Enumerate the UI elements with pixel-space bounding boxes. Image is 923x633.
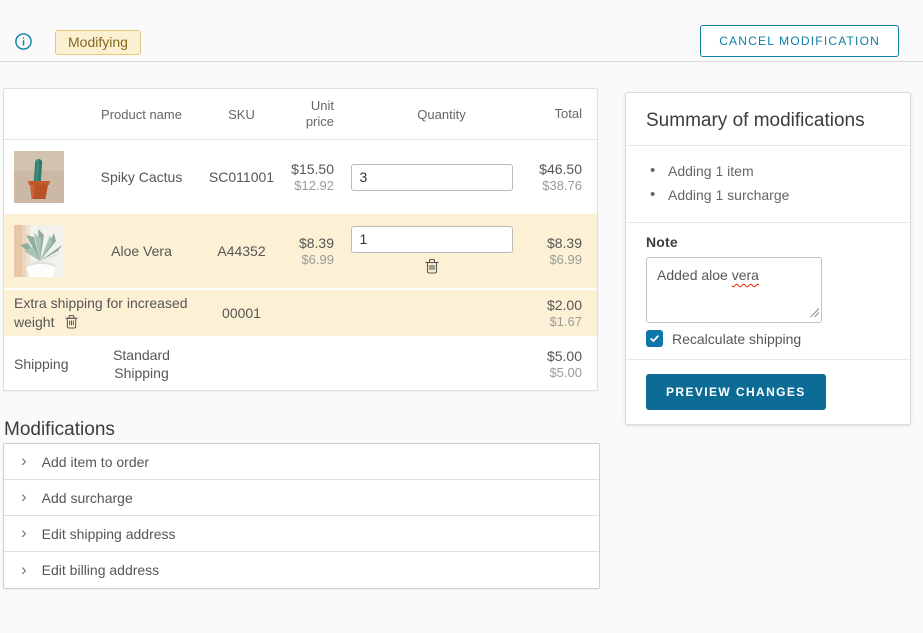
table-row-surcharge: Extra shipping for increased weight 0000… <box>4 290 597 338</box>
chevron-right-icon: › <box>21 452 27 469</box>
product-name: Spiky Cactus <box>84 169 199 185</box>
note-label: Note <box>646 234 890 250</box>
status-badge: Modifying <box>55 30 141 55</box>
order-items-table: Product name SKU Unit price Quantity Tot… <box>3 88 598 391</box>
surcharge-total-secondary: $1.67 <box>529 314 582 329</box>
unit-price-secondary: $12.92 <box>284 178 334 193</box>
shipping-total: $5.00 <box>529 348 582 364</box>
summary-title: Summary of modifications <box>626 93 910 145</box>
summary-item: Adding 1 item <box>650 159 890 183</box>
surcharge-label: Extra shipping for increased weight <box>14 295 188 330</box>
recalculate-shipping-checkbox-row[interactable]: Recalculate shipping <box>646 330 890 347</box>
unit-price: $8.39 <box>284 235 334 251</box>
accordion-label: Edit shipping address <box>42 526 176 542</box>
summary-list: Adding 1 item Adding 1 surcharge <box>626 146 910 222</box>
recalculate-shipping-label: Recalculate shipping <box>672 331 801 347</box>
note-text: Added aloe <box>657 267 732 283</box>
note-text-misspelled: vera <box>732 267 759 283</box>
column-header-sku: SKU <box>199 107 284 122</box>
checkbox-checked[interactable] <box>646 330 663 347</box>
modifications-title: Modifications <box>4 419 115 441</box>
top-bar: Modifying CANCEL MODIFICATION <box>0 0 923 62</box>
accordion-label: Add item to order <box>42 454 149 470</box>
column-header-total: Total <box>529 106 597 122</box>
modifications-accordion: › Add item to order › Add surcharge › Ed… <box>3 443 600 589</box>
quantity-input-aloe-vera[interactable] <box>351 226 513 253</box>
table-row-spiky-cactus: Spiky Cactus SC011001 $15.50 $12.92 $46.… <box>4 140 597 214</box>
accordion-add-item-to-order[interactable]: › Add item to order <box>4 444 599 480</box>
quantity-input-spiky-cactus[interactable] <box>351 164 513 191</box>
product-name: Aloe Vera <box>84 243 199 259</box>
column-header-unit-price: Unit price <box>284 98 334 131</box>
trash-icon <box>425 258 439 274</box>
info-icon[interactable] <box>15 33 32 50</box>
aloe-vera-photo <box>14 225 64 277</box>
remove-surcharge-button[interactable] <box>65 314 78 332</box>
accordion-add-surcharge[interactable]: › Add surcharge <box>4 480 599 516</box>
summary-of-modifications-card: Summary of modifications Adding 1 item A… <box>625 92 911 425</box>
table-row-aloe-vera: Aloe Vera A44352 $8.39 $6.99 <box>4 214 597 290</box>
product-sku: A44352 <box>199 243 284 259</box>
remove-aloe-vera-button[interactable] <box>425 258 439 277</box>
unit-price-secondary: $6.99 <box>284 252 334 267</box>
product-sku: SC011001 <box>199 169 284 185</box>
table-row-shipping: Shipping Standard Shipping $5.00 $5.00 <box>4 338 597 390</box>
resize-handle-icon[interactable] <box>809 304 819 320</box>
column-header-product-name: Product name <box>84 107 199 122</box>
check-icon <box>649 333 660 344</box>
accordion-label: Edit billing address <box>42 562 160 578</box>
summary-item: Adding 1 surcharge <box>650 183 890 207</box>
row-total-secondary: $38.76 <box>529 178 582 193</box>
chevron-right-icon: › <box>21 524 27 541</box>
surcharge-total: $2.00 <box>529 297 582 313</box>
chevron-right-icon: › <box>21 561 27 578</box>
accordion-edit-billing-address[interactable]: › Edit billing address <box>4 552 599 588</box>
surcharge-sku: 00001 <box>199 305 284 321</box>
column-header-quantity: Quantity <box>334 107 529 122</box>
preview-changes-button[interactable]: PREVIEW CHANGES <box>646 374 826 410</box>
trash-icon <box>65 314 78 329</box>
spiky-cactus-photo <box>14 151 64 203</box>
shipping-method: Standard Shipping <box>97 346 187 382</box>
table-header-row: Product name SKU Unit price Quantity Tot… <box>4 89 597 140</box>
accordion-label: Add surcharge <box>42 490 133 506</box>
row-total-secondary: $6.99 <box>529 252 582 267</box>
unit-price: $15.50 <box>284 161 334 177</box>
shipping-label: Shipping <box>4 356 84 372</box>
accordion-edit-shipping-address[interactable]: › Edit shipping address <box>4 516 599 552</box>
note-textarea[interactable]: Added aloe vera <box>646 257 822 323</box>
chevron-right-icon: › <box>21 488 27 505</box>
shipping-total-secondary: $5.00 <box>529 365 582 380</box>
row-total: $46.50 <box>529 161 582 177</box>
row-total: $8.39 <box>529 235 582 251</box>
cancel-modification-button[interactable]: CANCEL MODIFICATION <box>700 25 899 57</box>
